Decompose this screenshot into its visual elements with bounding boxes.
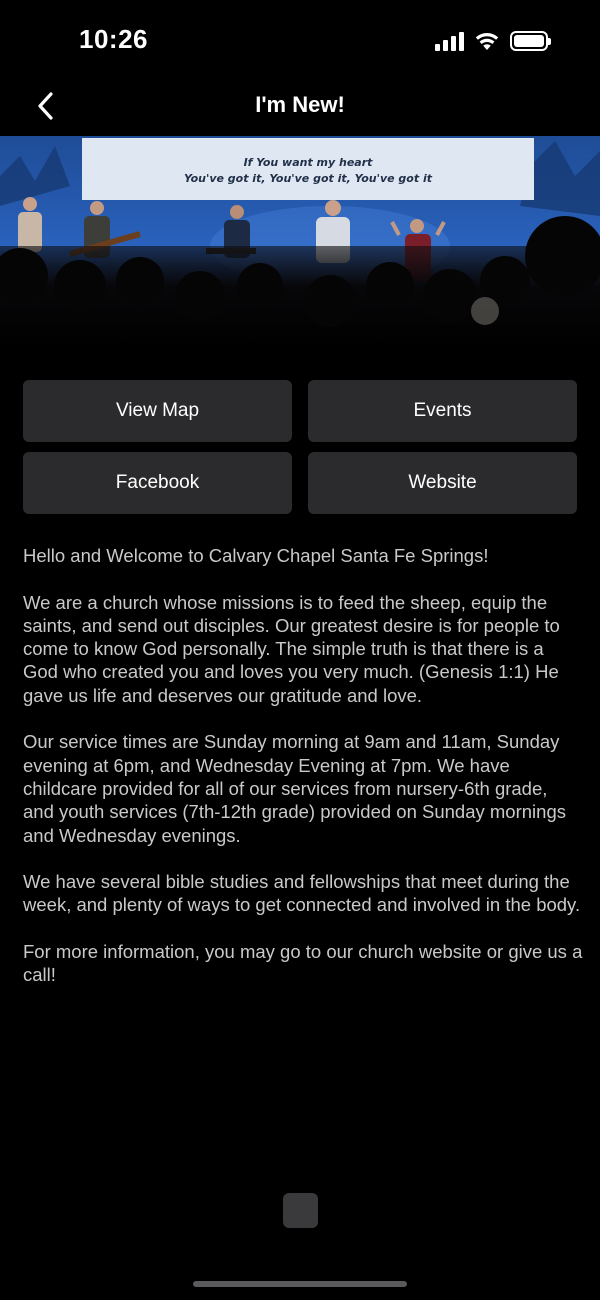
service-times-paragraph: Our service times are Sunday morning at … [23, 731, 566, 846]
cellular-signal-icon [435, 31, 464, 51]
battery-icon [510, 31, 551, 51]
hero-image: If You want my heart You've got it, You'… [0, 136, 600, 348]
lyrics-line-2: You've got it, You've got it, You've got… [184, 172, 433, 185]
nav-bar: I'm New! [0, 80, 600, 136]
bible-studies-paragraph: We have several bible studies and fellow… [23, 871, 581, 916]
welcome-paragraph: Hello and Welcome to Calvary Chapel Sant… [23, 545, 489, 566]
view-map-button[interactable]: View Map [23, 380, 292, 442]
events-button[interactable]: Events [308, 380, 577, 442]
page-title: I'm New! [255, 92, 345, 117]
home-indicator[interactable] [193, 1281, 407, 1287]
facebook-button[interactable]: Facebook [23, 452, 292, 514]
status-time: 10:26 [79, 24, 148, 54]
im-new-screen: 10:26 I'm New! If You want my heart You'… [0, 0, 600, 1300]
worship-band-photo: If You want my heart You've got it, You'… [0, 136, 600, 348]
floating-square-button[interactable] [283, 1193, 318, 1228]
status-bar: 10:26 [0, 0, 600, 80]
wifi-icon [475, 33, 499, 50]
more-info-paragraph: For more information, you may go to our … [23, 941, 583, 986]
lyrics-line-1: If You want my heart [244, 156, 374, 169]
mission-paragraph: We are a church whose missions is to fee… [23, 591, 560, 706]
welcome-content: Hello and Welcome to Calvary Chapel Sant… [23, 544, 583, 1010]
status-icons [435, 30, 551, 52]
website-button[interactable]: Website [308, 452, 577, 514]
